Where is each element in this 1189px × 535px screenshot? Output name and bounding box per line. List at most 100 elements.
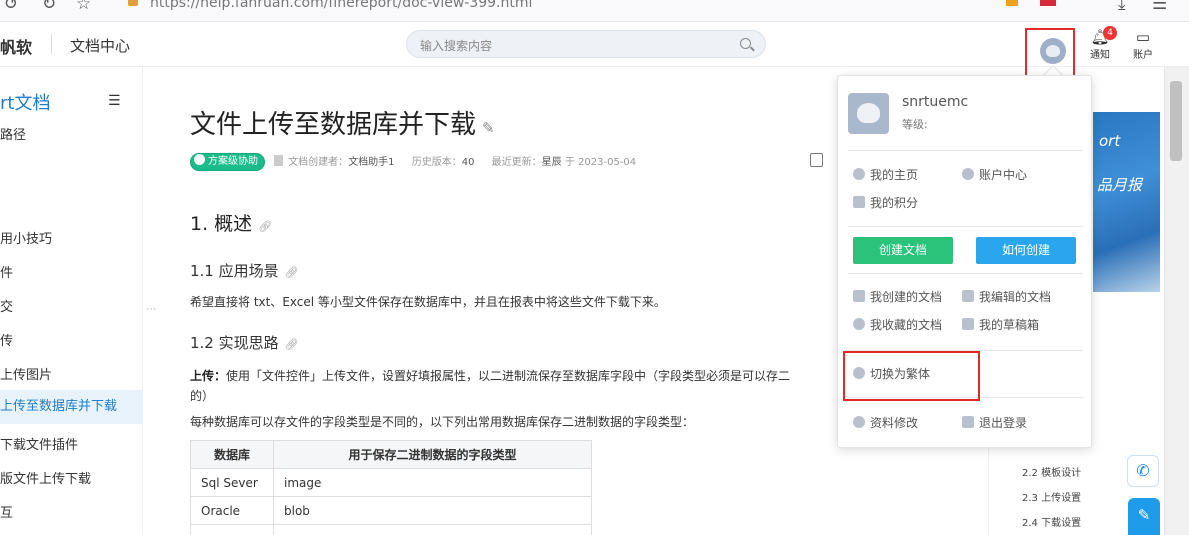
- toc-rail: [988, 445, 989, 535]
- id-card-icon: ▭: [1135, 28, 1151, 46]
- sidebar-item[interactable]: 交: [0, 296, 13, 315]
- db-type-table: 数据库 用于保存二进制数据的字段类型 Sql Sever image Oracl…: [190, 440, 592, 535]
- address-bar[interactable]: https://help.fanruan.com/finereport/doc-…: [110, 0, 990, 13]
- doc-meta: 方案级协助 文档创建者：文档助手1 历史版本：40 最近更新：星辰 于 2023…: [190, 153, 636, 171]
- logout-link[interactable]: 退出登录: [962, 414, 1027, 431]
- anchor-link-icon[interactable]: 🔗︎: [258, 220, 272, 233]
- db-note-paragraph: 每种数据库可以存文件的字段类型是不同的，以下列出常用数据库保存二进制数据的字段类…: [190, 415, 695, 429]
- sidebar-resize-handle[interactable]: ⋮: [145, 304, 156, 314]
- upload-paragraph-continued: 的）: [190, 389, 215, 403]
- subsection-heading-idea: 1.2 实现思路 🔗︎: [190, 332, 299, 353]
- how-to-create-button[interactable]: 如何创建: [976, 237, 1076, 264]
- switch-traditional-highlight: [843, 351, 980, 401]
- promo-text: 品月报: [1097, 176, 1143, 194]
- version-label: 历史版本：: [411, 157, 462, 168]
- sidebar-item[interactable]: 下载文件插件: [0, 434, 78, 453]
- sidebar: rt文档 ☰ 路径 用小技巧 件 交 传 上传图片 上传至数据库并下载 下载文件…: [0, 67, 143, 535]
- download-icon[interactable]: ⤓: [1118, 0, 1126, 14]
- avatar[interactable]: [848, 93, 889, 134]
- create-doc-button[interactable]: 创建文档: [853, 237, 953, 264]
- my-drafts-label: 我的草稿箱: [979, 318, 1040, 332]
- upload-label: 上传：: [190, 369, 227, 383]
- toc-item[interactable]: 2.2 模板设计: [1022, 464, 1081, 479]
- edit-profile-link[interactable]: 资料修改: [853, 414, 918, 431]
- assist-badge[interactable]: 方案级协助: [190, 153, 265, 171]
- upload-text: 使用「文件控件」上传文件，设置好填报属性，以二进制流保存至数据库字段中（字段类型…: [226, 369, 791, 383]
- creator-label: 文档创建者：: [288, 157, 349, 168]
- sidebar-item[interactable]: 件: [0, 262, 13, 281]
- search-icon[interactable]: [740, 38, 751, 49]
- points-icon: [853, 196, 865, 208]
- edit-icon: ✎: [1137, 506, 1151, 524]
- badge-dot-icon: [194, 154, 205, 165]
- my-created-label: 我创建的文档: [870, 290, 943, 304]
- menu-icon[interactable]: ☰: [1152, 0, 1167, 14]
- my-home-link[interactable]: 我的主页: [853, 166, 918, 183]
- logout-icon: [962, 416, 974, 428]
- search-placeholder: 输入搜索内容: [420, 39, 493, 53]
- table-cell: [190, 524, 274, 535]
- sidebar-item[interactable]: 互: [0, 502, 13, 521]
- my-fav-label: 我收藏的文档: [870, 318, 943, 332]
- my-created-docs-link[interactable]: 我创建的文档: [853, 288, 942, 305]
- edit-profile-label: 资料修改: [870, 416, 919, 430]
- table-cell: [273, 524, 592, 535]
- table-row: [190, 524, 592, 535]
- feedback-button[interactable]: ✎: [1128, 498, 1160, 535]
- logout-label: 退出登录: [979, 416, 1028, 430]
- sidebar-title[interactable]: rt文档: [0, 89, 50, 115]
- creator-value[interactable]: 文档助手1: [348, 157, 394, 168]
- notify-button[interactable]: 🔔︎ 通知 4: [1085, 26, 1117, 61]
- document-icon: [274, 155, 284, 166]
- my-drafts-link[interactable]: 我的草稿箱: [962, 316, 1039, 333]
- edit-doc-icon[interactable]: [810, 153, 823, 167]
- page-scrollbar[interactable]: [1164, 67, 1189, 535]
- edit-doc-icon: [962, 290, 974, 302]
- search-box[interactable]: 输入搜索内容: [406, 30, 766, 58]
- promo-banner[interactable]: ort 品月报: [1093, 112, 1160, 292]
- site-logo[interactable]: 帆软: [0, 34, 32, 58]
- toc-item[interactable]: 2.4 下载设置: [1022, 514, 1081, 529]
- extension-flag-icon[interactable]: [1040, 0, 1056, 6]
- edit-pen-icon[interactable]: ✎: [482, 119, 495, 137]
- updater-value[interactable]: 星辰: [542, 157, 562, 168]
- user-level: 等级:: [902, 118, 928, 131]
- table-row: Oracle blob: [190, 496, 592, 525]
- table-cell: image: [273, 468, 592, 497]
- sidebar-item[interactable]: 上传图片: [0, 364, 52, 383]
- doc-center-link[interactable]: 文档中心: [70, 35, 130, 56]
- my-points-link[interactable]: 我的积分: [853, 194, 918, 211]
- sidebar-item[interactable]: 用小技巧: [0, 228, 52, 247]
- site-info-icon[interactable]: [128, 0, 138, 6]
- header-divider: [51, 34, 52, 54]
- sidebar-item-active[interactable]: 上传至数据库并下载: [0, 390, 143, 424]
- extension-icon[interactable]: [1006, 0, 1018, 6]
- site-header: 帆软 文档中心 输入搜索内容 🔔︎ 通知 4 ▭ 账户: [0, 22, 1189, 83]
- sidebar-item[interactable]: 传: [0, 330, 13, 349]
- back-icon[interactable]: ↺: [4, 0, 18, 14]
- account-center-link[interactable]: 账户中心: [962, 166, 1027, 183]
- gear-icon: [853, 416, 865, 428]
- hamburger-menu-icon[interactable]: ☰: [108, 93, 121, 109]
- account-button[interactable]: ▭ 账户: [1128, 28, 1158, 61]
- scene-paragraph: 希望直接将 txt、Excel 等小型文件保存在数据库中，并且在报表中将这些文件…: [190, 295, 666, 309]
- anchor-link-icon[interactable]: 🔗︎: [285, 266, 299, 279]
- my-favorites-link[interactable]: 我收藏的文档: [853, 316, 942, 333]
- subsection-heading-text: 1.2 实现思路: [190, 334, 279, 352]
- bookmark-star-icon[interactable]: ☆: [76, 0, 91, 14]
- toc-item[interactable]: 2.3 上传设置: [1022, 489, 1081, 504]
- sidebar-item[interactable]: 版文件上传下载: [0, 468, 91, 487]
- table-cell: Oracle: [190, 496, 274, 525]
- user-icon: [853, 168, 865, 180]
- sidebar-item[interactable]: 路径: [0, 124, 26, 143]
- avatar[interactable]: [1040, 38, 1066, 64]
- promo-text: ort: [1099, 132, 1121, 150]
- phone-contact-button[interactable]: ✆: [1127, 455, 1159, 487]
- scrollbar-thumb[interactable]: [1170, 81, 1182, 161]
- account-label: 账户: [1133, 50, 1153, 61]
- version-value[interactable]: 40: [462, 157, 475, 168]
- anchor-link-icon[interactable]: 🔗︎: [285, 338, 299, 351]
- my-edited-docs-link[interactable]: 我编辑的文档: [962, 288, 1051, 305]
- page-title-text: 文件上传至数据库并下载: [190, 110, 477, 140]
- reload-icon[interactable]: ↻: [42, 0, 56, 14]
